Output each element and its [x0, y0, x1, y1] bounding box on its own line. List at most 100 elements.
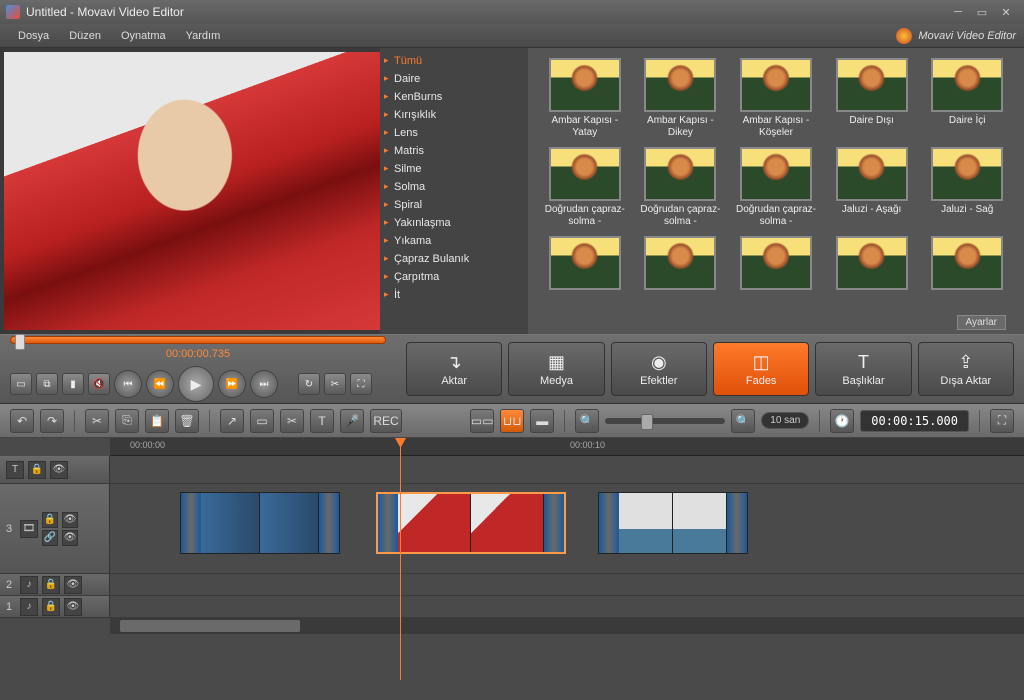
scrollbar-thumb[interactable]: [120, 620, 300, 632]
view-mode-1[interactable]: ▭▭: [470, 409, 494, 433]
main-dışa-aktar-button[interactable]: ⇪Dışa Aktar: [918, 342, 1014, 396]
tool-text[interactable]: T: [310, 409, 334, 433]
effect-item[interactable]: Ambar Kapısı - Köşeler: [733, 58, 819, 139]
effect-item[interactable]: [924, 236, 1010, 317]
zoom-out-button[interactable]: 🔍: [575, 409, 599, 433]
effects-panel[interactable]: Ambar Kapısı - YatayAmbar Kapısı - Dikey…: [528, 48, 1024, 334]
next-button[interactable]: ⏭: [250, 370, 278, 398]
category-item[interactable]: Çarpıtma: [380, 268, 528, 286]
category-item[interactable]: Kırışıklık: [380, 106, 528, 124]
tool-rec[interactable]: REC: [370, 409, 402, 433]
clock-icon[interactable]: 🕐: [830, 409, 854, 433]
prev-button[interactable]: ⏮: [114, 370, 142, 398]
category-item[interactable]: Lens: [380, 124, 528, 142]
delete-button[interactable]: 🗑: [175, 409, 199, 433]
transition-handle[interactable]: [599, 493, 619, 553]
eye-icon[interactable]: 👁: [64, 598, 82, 616]
effect-item[interactable]: Jaluzi - Aşağı: [829, 147, 915, 228]
menu-oynatma[interactable]: Oynatma: [111, 26, 176, 46]
timeline-scrollbar[interactable]: [110, 618, 1024, 634]
effect-item[interactable]: Doğrudan çapraz-solma -: [733, 147, 819, 228]
main-fades-button[interactable]: ◫Fades: [713, 342, 809, 396]
video-clip[interactable]: [180, 492, 340, 554]
main-medya-button[interactable]: ▦Medya: [508, 342, 604, 396]
effect-item[interactable]: Daire Dışı: [829, 58, 915, 139]
transition-handle[interactable]: [319, 493, 339, 553]
category-item[interactable]: Tümü: [380, 52, 528, 70]
zoom-slider[interactable]: [605, 418, 725, 424]
menu-dosya[interactable]: Dosya: [8, 26, 59, 46]
tool-group[interactable]: ▭: [250, 409, 274, 433]
main-başlıklar-button[interactable]: TBaşlıklar: [815, 342, 911, 396]
category-item[interactable]: Yakınlaşma: [380, 214, 528, 232]
view-mode-3[interactable]: ▬: [530, 409, 554, 433]
effect-item[interactable]: Ambar Kapısı - Yatay: [542, 58, 628, 139]
eye-icon[interactable]: 👁: [50, 461, 68, 479]
cut-button[interactable]: ✂: [85, 409, 109, 433]
expand-button[interactable]: ⛶: [990, 409, 1014, 433]
category-item[interactable]: Daire: [380, 70, 528, 88]
snapshot-button[interactable]: ✂: [324, 373, 346, 395]
zoom-duration[interactable]: 10 san: [761, 412, 809, 429]
crop-button[interactable]: ⧉: [36, 373, 58, 395]
effect-item[interactable]: [638, 236, 724, 317]
menu-yardım[interactable]: Yardım: [176, 26, 231, 46]
category-item[interactable]: Çapraz Bulanık: [380, 250, 528, 268]
playhead[interactable]: [400, 438, 401, 680]
eye-icon[interactable]: 👁: [64, 576, 82, 594]
category-item[interactable]: İt: [380, 286, 528, 304]
effect-item[interactable]: Doğrudan çapraz-solma -: [638, 147, 724, 228]
effect-item[interactable]: Ambar Kapısı - Dikey: [638, 58, 724, 139]
effect-item[interactable]: [733, 236, 819, 317]
lock-icon[interactable]: 🔒: [28, 461, 46, 479]
tool-arrow[interactable]: ↗: [220, 409, 244, 433]
rewind-button[interactable]: ⏪: [146, 370, 174, 398]
link-icon[interactable]: 🔗: [42, 530, 58, 546]
redo-button[interactable]: ↷: [40, 409, 64, 433]
play-button[interactable]: ▶: [178, 366, 214, 402]
undo-button[interactable]: ↶: [10, 409, 34, 433]
menu-düzen[interactable]: Düzen: [59, 26, 111, 46]
effects-settings-button[interactable]: Ayarlar: [957, 315, 1007, 330]
transition-handle[interactable]: [181, 493, 201, 553]
effect-item[interactable]: [542, 236, 628, 317]
effect-item[interactable]: Daire İçi: [924, 58, 1010, 139]
fullscreen-button[interactable]: ⛶: [350, 373, 372, 395]
category-item[interactable]: Solma: [380, 178, 528, 196]
main-aktar-button[interactable]: ↴Aktar: [406, 342, 502, 396]
lock-icon[interactable]: 🔒: [42, 576, 60, 594]
effect-item[interactable]: Doğrudan çapraz-solma -: [542, 147, 628, 228]
close-button[interactable]: ✕: [994, 4, 1018, 20]
transition-handle[interactable]: [727, 493, 747, 553]
category-item[interactable]: Yıkama: [380, 232, 528, 250]
category-item[interactable]: Silme: [380, 160, 528, 178]
category-item[interactable]: Matris: [380, 142, 528, 160]
seek-slider[interactable]: [10, 336, 386, 344]
category-item[interactable]: KenBurns: [380, 88, 528, 106]
eye-icon[interactable]: 👁: [62, 530, 78, 546]
zoom-in-button[interactable]: 🔍: [731, 409, 755, 433]
transition-handle[interactable]: [378, 494, 398, 552]
category-item[interactable]: Spiral: [380, 196, 528, 214]
filmstrip-button[interactable]: ▮: [62, 373, 84, 395]
timeline-ruler[interactable]: 00:00:0000:00:10: [110, 438, 1024, 456]
tool-split[interactable]: ✂: [280, 409, 304, 433]
view-mode-2[interactable]: ⊔⊔: [500, 409, 524, 433]
loop-button[interactable]: ↻: [298, 373, 320, 395]
category-list[interactable]: TümüDaireKenBurnsKırışıklıkLensMatrisSil…: [380, 48, 528, 334]
minimize-button[interactable]: ─: [946, 4, 970, 20]
effect-item[interactable]: Jaluzi - Sağ: [924, 147, 1010, 228]
paste-button[interactable]: 📋: [145, 409, 169, 433]
timeline[interactable]: 00:00:0000:00:10 T 🔒 👁 3 🎞 🔒 🔗 👁 👁 30336…: [0, 438, 1024, 700]
lock-icon[interactable]: 🔒: [42, 512, 58, 528]
effect-item[interactable]: [829, 236, 915, 317]
forward-button[interactable]: ⏩: [218, 370, 246, 398]
tool-audio[interactable]: 🎤: [340, 409, 364, 433]
eye-icon[interactable]: 👁: [62, 512, 78, 528]
video-clip[interactable]: [376, 492, 566, 554]
mute-button[interactable]: 🔇: [88, 373, 110, 395]
transition-handle[interactable]: [544, 494, 564, 552]
video-clip[interactable]: [598, 492, 748, 554]
copy-button[interactable]: ⎘: [115, 409, 139, 433]
lock-icon[interactable]: 🔒: [42, 598, 60, 616]
